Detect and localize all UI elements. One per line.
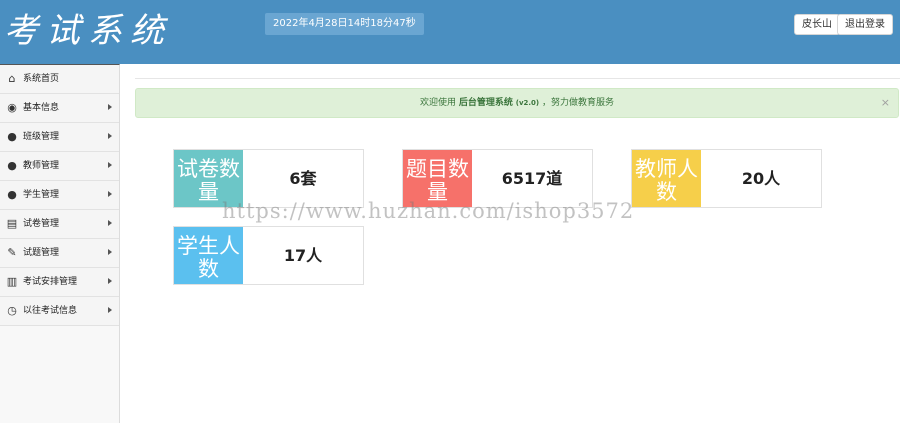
sidebar-item-label: 教师管理 [23, 161, 60, 171]
sidebar-item-teacher-management[interactable]: ● 教师管理 [0, 152, 119, 181]
sidebar-item-past-exams[interactable]: ◷ 以往考试信息 [0, 297, 119, 326]
sidebar-nav: ⌂ 系统首页 ◉ 基本信息 ● 班级管理 ● 教师管理 ● 学生管理 ▤ 试卷管… [0, 64, 120, 423]
sidebar-item-label: 试题管理 [23, 248, 60, 258]
sidebar-item-paper-management[interactable]: ▤ 试卷管理 [0, 210, 119, 239]
caret-right-icon [108, 133, 112, 139]
document-icon: ▤ [6, 217, 18, 230]
app-logo: 考试系统 [4, 11, 172, 51]
caret-right-icon [108, 278, 112, 284]
user-icon: ● [7, 188, 17, 201]
caret-right-icon [108, 307, 112, 313]
stat-value: 17人 [283, 246, 323, 265]
system-name: 后台管理系统 [458, 98, 513, 108]
stat-card-students: 学生人数 17人 [173, 226, 364, 285]
logout-button[interactable]: 退出登录 [837, 14, 893, 35]
sidebar-item-label: 考试安排管理 [23, 277, 78, 287]
sidebar-item-label: 系统首页 [23, 74, 60, 84]
user-icon: ● [7, 159, 17, 172]
stat-value: 20人 [741, 169, 781, 188]
sidebar-item-label: 班级管理 [23, 132, 60, 142]
caret-right-icon [108, 191, 112, 197]
caret-right-icon [108, 220, 112, 226]
welcome-suffix: ，努力做教育服务 [542, 98, 615, 108]
watermark-text: https://www.huzhan.com/ishop3572 [222, 199, 635, 223]
clock-icon: ◷ [7, 304, 17, 317]
sidebar-item-class-management[interactable]: ● 班级管理 [0, 123, 119, 152]
sidebar-item-exam-schedule[interactable]: ▥ 考试安排管理 [0, 268, 119, 297]
caret-right-icon [108, 162, 112, 168]
disc-icon: ◉ [7, 101, 17, 114]
welcome-alert: 欢迎使用 后台管理系统 (v2.0) ，努力做教育服务 × [135, 88, 899, 118]
caret-right-icon [108, 104, 112, 110]
sidebar-item-label: 以往考试信息 [23, 306, 78, 316]
close-icon[interactable]: × [881, 89, 890, 117]
system-version: (v2.0) [515, 99, 540, 107]
books-icon: ▥ [6, 275, 18, 288]
sidebar-item-basic-info[interactable]: ◉ 基本信息 [0, 94, 119, 123]
datetime-display: 2022年4月28日14时18分47秒 [265, 13, 424, 35]
content-divider [135, 78, 900, 79]
stat-card-teachers: 教师人数 20人 [631, 149, 822, 208]
sidebar-item-home[interactable]: ⌂ 系统首页 [0, 65, 119, 94]
top-header: 考试系统 2022年4月28日14时18分47秒 皮长山 退出登录 [0, 0, 900, 64]
sidebar-item-label: 试卷管理 [23, 219, 60, 229]
stat-label: 学生人数 [174, 227, 243, 284]
welcome-prefix: 欢迎使用 [419, 98, 456, 108]
caret-right-icon [108, 249, 112, 255]
edit-icon: ✎ [7, 246, 17, 259]
sidebar-item-label: 学生管理 [23, 190, 60, 200]
sidebar-item-label: 基本信息 [23, 103, 60, 113]
home-icon: ⌂ [8, 72, 16, 85]
user-icon: ● [7, 130, 17, 143]
sidebar-item-question-management[interactable]: ✎ 试题管理 [0, 239, 119, 268]
user-button[interactable]: 皮长山 [794, 14, 840, 35]
sidebar-item-student-management[interactable]: ● 学生管理 [0, 181, 119, 210]
stat-label: 教师人数 [632, 150, 701, 207]
